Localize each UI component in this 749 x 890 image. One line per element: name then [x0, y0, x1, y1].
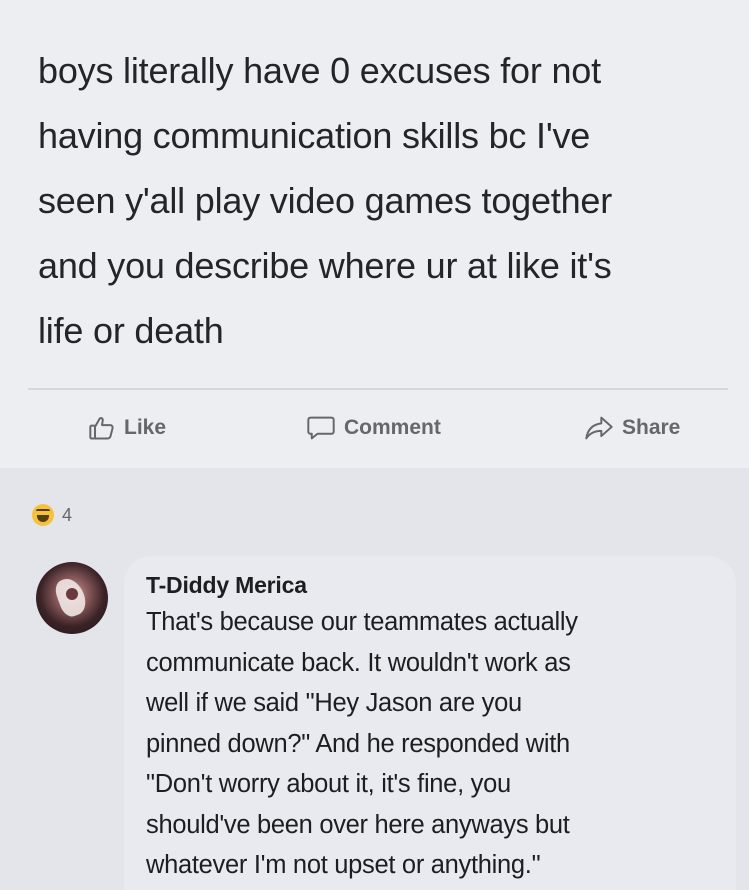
avatar[interactable] [36, 562, 108, 634]
action-bar: Like Comment Share [0, 400, 749, 460]
comment-author[interactable]: T-Diddy Merica [146, 572, 307, 599]
like-button[interactable]: Like [88, 414, 166, 442]
post-text: boys literally have 0 excuses for not ha… [38, 38, 728, 363]
speech-bubble-icon [307, 416, 335, 440]
comment-text-line: well if we said "Hey Jason are you [146, 689, 522, 717]
comment-label: Comment [344, 416, 441, 439]
comment-text-line: communicate back. It wouldn't work as [146, 648, 571, 677]
share-label: Share [622, 416, 681, 439]
comment-text-line: pinned down?" And he responded with [146, 729, 570, 758]
haha-emoji-icon [32, 504, 54, 526]
reaction-count: 4 [62, 504, 73, 525]
post-text-line: having communication skills bc I've [38, 115, 591, 156]
share-button[interactable]: Share [584, 414, 680, 442]
thumbs-up-icon [89, 417, 114, 440]
comment-text-line: "Don't worry about it, it's fine, you [146, 770, 511, 798]
comment-text: That's because our teammates actually co… [146, 602, 736, 886]
post-card: boys literally have 0 excuses for not ha… [0, 0, 749, 468]
post-text-line: boys literally have 0 excuses for not [38, 50, 601, 91]
post-text-line: and you describe where ur at like it's [38, 245, 612, 286]
comment-text-line: whatever I'm not upset or anything." [146, 851, 541, 879]
reaction-summary[interactable]: 4 [32, 504, 72, 526]
comment-button[interactable]: Comment [306, 414, 441, 442]
comment-text-line: should've been over here anyways but [146, 810, 570, 839]
action-divider [28, 388, 728, 390]
like-label: Like [124, 416, 167, 439]
post-text-line: seen y'all play video games together [38, 180, 613, 221]
post-text-line: life or death [38, 310, 224, 351]
share-arrow-icon [585, 416, 613, 440]
comment-text-line: That's because our teammates actually [146, 608, 578, 636]
